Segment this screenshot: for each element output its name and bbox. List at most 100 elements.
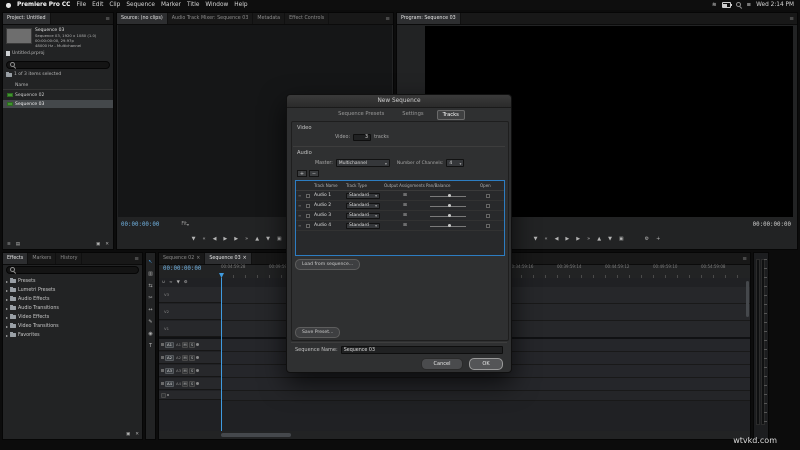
pan-balance-slider[interactable] xyxy=(426,203,474,209)
tab-metadata[interactable]: Metadata xyxy=(253,13,286,24)
ok-button[interactable]: OK xyxy=(469,358,503,370)
name-column-header[interactable]: Name xyxy=(3,81,113,90)
tab-settings[interactable]: Settings xyxy=(397,110,428,120)
step-forward-icon[interactable]: ▶ xyxy=(234,236,238,242)
tab-program[interactable]: Program: Sequence 03 xyxy=(397,13,461,24)
track-type-select[interactable]: Standard ▾ xyxy=(346,192,380,199)
tab-audio-track-mixer[interactable]: Audio Track Mixer: Sequence 03 xyxy=(168,13,254,24)
lift-icon[interactable]: ▲ xyxy=(597,236,601,242)
pan-balance-slider[interactable] xyxy=(426,193,474,199)
track-header-a1[interactable]: A1 A1 M S xyxy=(159,339,221,351)
panel-menu-icon[interactable]: ≡ xyxy=(739,253,750,264)
track-checkbox[interactable] xyxy=(306,203,310,208)
menu-item-file[interactable]: File xyxy=(76,2,86,8)
track-header-v2[interactable]: V2 xyxy=(159,304,221,320)
snap-icon[interactable]: ∪ xyxy=(162,279,165,284)
razor-tool-icon[interactable]: ✂ xyxy=(148,295,152,301)
project-search-input[interactable] xyxy=(6,61,110,69)
track-type-select[interactable]: Standard ▾ xyxy=(346,212,380,219)
master-select[interactable]: Multichannel ▾ xyxy=(335,159,390,167)
open-checkbox[interactable] xyxy=(486,203,490,208)
open-checkbox[interactable] xyxy=(486,213,490,218)
settings-wrench-icon[interactable]: ⚙ xyxy=(645,236,649,242)
step-back-icon[interactable]: ◀ xyxy=(213,236,217,242)
panel-menu-icon[interactable]: ≡ xyxy=(382,13,393,24)
table-row-audio-1[interactable]: ≡ Audio 1 Standard ▾ ⊞ xyxy=(296,191,504,201)
tab-sequence-02[interactable]: Sequence 02 × xyxy=(159,253,206,264)
load-from-sequence-button[interactable]: Load from sequence... xyxy=(295,259,361,270)
video-tracks-field[interactable]: 3 xyxy=(353,134,372,141)
battery-icon[interactable] xyxy=(721,2,732,8)
add-marker-icon[interactable]: ▼ xyxy=(534,236,538,242)
source-assign-badge[interactable]: A2 xyxy=(165,354,174,361)
output-assignment-icon[interactable]: ⊞ xyxy=(403,213,407,218)
new-bin-icon[interactable]: ▣ xyxy=(126,432,130,437)
menu-item-window[interactable]: Window xyxy=(205,2,228,8)
close-icon[interactable]: × xyxy=(243,256,247,261)
drag-handle-icon[interactable]: ≡ xyxy=(298,213,306,218)
add-marker-icon[interactable]: ▼ xyxy=(192,236,196,242)
effects-folder-lumetri[interactable]: ▸ Lumetri Presets xyxy=(6,286,142,294)
apple-logo-icon[interactable] xyxy=(6,2,11,8)
export-frame-icon[interactable]: ▣ xyxy=(277,236,282,242)
track-header-master[interactable] xyxy=(159,391,221,400)
panel-menu-icon[interactable]: ≡ xyxy=(131,253,142,264)
step-back-icon[interactable]: ◀ xyxy=(555,236,559,242)
wifi-icon[interactable]: ≋ xyxy=(712,2,717,8)
overwrite-icon[interactable]: ▼ xyxy=(266,236,270,242)
extract-icon[interactable]: ▼ xyxy=(608,236,612,242)
add-marker-icon[interactable]: ▼ xyxy=(177,279,180,284)
open-checkbox[interactable] xyxy=(486,223,490,228)
menu-item-title[interactable]: Title xyxy=(187,2,199,8)
effects-folder-audio-transitions[interactable]: ▸ Audio Transitions xyxy=(6,304,142,312)
drag-handle-icon[interactable]: ≡ xyxy=(298,223,306,228)
track-select-tool-icon[interactable]: ▥ xyxy=(148,271,153,277)
tab-tracks[interactable]: Tracks xyxy=(436,110,465,120)
track-lane-master[interactable] xyxy=(221,391,750,401)
tab-effects[interactable]: Effects xyxy=(3,253,29,264)
panel-menu-icon[interactable]: ≡ xyxy=(102,13,113,24)
drag-handle-icon[interactable]: ≡ xyxy=(298,193,306,198)
pan-balance-slider[interactable] xyxy=(426,223,474,229)
menu-item-app[interactable]: Premiere Pro CC xyxy=(17,2,70,8)
source-assign-badge[interactable]: A4 xyxy=(165,380,174,387)
record-arm-icon[interactable] xyxy=(196,356,200,359)
go-to-out-icon[interactable]: » xyxy=(587,236,590,242)
track-type-select[interactable]: Standard ▾ xyxy=(346,222,380,229)
track-checkbox[interactable] xyxy=(306,223,310,228)
output-assignment-icon[interactable]: ⊞ xyxy=(403,223,407,228)
col-open[interactable]: Open xyxy=(480,183,496,188)
table-row-audio-4[interactable]: ≡ Audio 4 Standard ▾ ⊞ xyxy=(296,221,504,231)
remove-track-button[interactable]: − xyxy=(309,170,319,177)
step-forward-icon[interactable]: ▶ xyxy=(576,236,580,242)
horizontal-scrollbar[interactable] xyxy=(221,433,291,437)
source-timecode[interactable]: 00:00:00:00 xyxy=(121,222,159,228)
record-arm-icon[interactable] xyxy=(196,369,200,372)
drag-handle-icon[interactable]: ≡ xyxy=(298,203,306,208)
tab-sequence-presets[interactable]: Sequence Presets xyxy=(333,110,389,120)
source-assign-badge[interactable]: A3 xyxy=(165,367,174,374)
menu-item-help[interactable]: Help xyxy=(234,2,247,8)
effects-search-input[interactable] xyxy=(6,266,139,274)
pen-tool-icon[interactable]: ✎ xyxy=(148,319,152,325)
tab-source[interactable]: Source: (no clips) xyxy=(117,13,168,24)
timeline-timecode[interactable]: 00:00:00:00 xyxy=(163,266,201,272)
go-to-out-icon[interactable]: » xyxy=(245,236,248,242)
solo-button[interactable]: S xyxy=(189,380,196,387)
lock-icon[interactable] xyxy=(161,369,164,372)
open-checkbox[interactable] xyxy=(486,193,490,198)
tab-project[interactable]: Project: Untitled xyxy=(3,13,51,24)
linked-selection-icon[interactable]: ∞ xyxy=(169,279,173,284)
menu-item-clip[interactable]: Clip xyxy=(109,2,120,8)
menu-item-sequence[interactable]: Sequence xyxy=(126,2,155,8)
track-header-v3[interactable]: V3 xyxy=(159,287,221,303)
tab-sequence-03[interactable]: Sequence 03 × xyxy=(205,253,252,264)
notification-center-icon[interactable]: ≡ xyxy=(747,2,752,8)
mute-button[interactable]: M xyxy=(182,341,189,348)
track-lane-a4[interactable] xyxy=(221,378,750,391)
save-preset-button[interactable]: Save Preset... xyxy=(295,327,341,338)
play-icon[interactable]: ▶ xyxy=(565,236,569,242)
record-arm-icon[interactable] xyxy=(196,382,200,385)
solo-button[interactable]: S xyxy=(189,367,196,374)
panel-menu-icon[interactable]: ≡ xyxy=(786,13,797,24)
